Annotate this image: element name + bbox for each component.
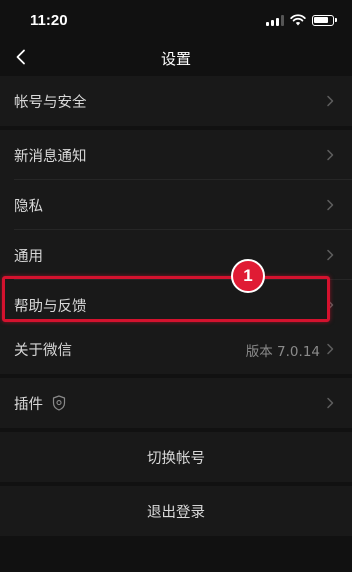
chevron-right-icon xyxy=(327,149,334,161)
settings-item-label: 新消息通知 xyxy=(14,149,87,165)
status-icons xyxy=(266,14,337,26)
settings-item-notifications[interactable]: 新消息通知 xyxy=(0,130,352,180)
chevron-right-icon xyxy=(327,397,334,409)
nav-bar: 设置 xyxy=(0,40,352,74)
logout-label: 退出登录 xyxy=(147,505,205,521)
switch-account-label: 切换帐号 xyxy=(147,451,205,467)
settings-item-label: 隐私 xyxy=(14,199,43,215)
battery-level xyxy=(314,16,328,23)
settings-item-label: 插件 xyxy=(14,397,43,413)
version-value: 版本 7.0.14 xyxy=(245,344,320,360)
page-title: 设置 xyxy=(160,50,191,68)
settings-item-about[interactable]: 关于微信 版本 7.0.14 xyxy=(0,324,352,374)
settings-item-privacy[interactable]: 隐私 xyxy=(0,180,352,230)
settings-item-plugins[interactable]: 插件 xyxy=(0,378,352,428)
chevron-right-icon xyxy=(327,95,334,107)
chevron-right-icon xyxy=(327,249,334,261)
battery-icon xyxy=(312,14,337,26)
settings-item-label: 帐号与安全 xyxy=(14,95,87,111)
status-bar: 11:20 xyxy=(0,0,352,40)
chevron-right-icon xyxy=(327,199,334,211)
settings-item-general[interactable]: 通用 xyxy=(0,230,352,280)
settings-item-label: 关于微信 xyxy=(14,343,72,359)
step-badge: 1 xyxy=(231,259,265,293)
logout-button[interactable]: 退出登录 xyxy=(0,486,352,536)
settings-item-account-security[interactable]: 帐号与安全 xyxy=(0,76,352,126)
signal-icon xyxy=(266,14,284,26)
shield-icon xyxy=(52,395,66,411)
highlight-box xyxy=(2,276,330,322)
settings-item-label: 通用 xyxy=(14,249,43,265)
status-time: 11:20 xyxy=(30,12,68,29)
chevron-right-icon xyxy=(327,343,334,355)
wifi-icon xyxy=(290,14,306,26)
switch-account-button[interactable]: 切换帐号 xyxy=(0,432,352,482)
